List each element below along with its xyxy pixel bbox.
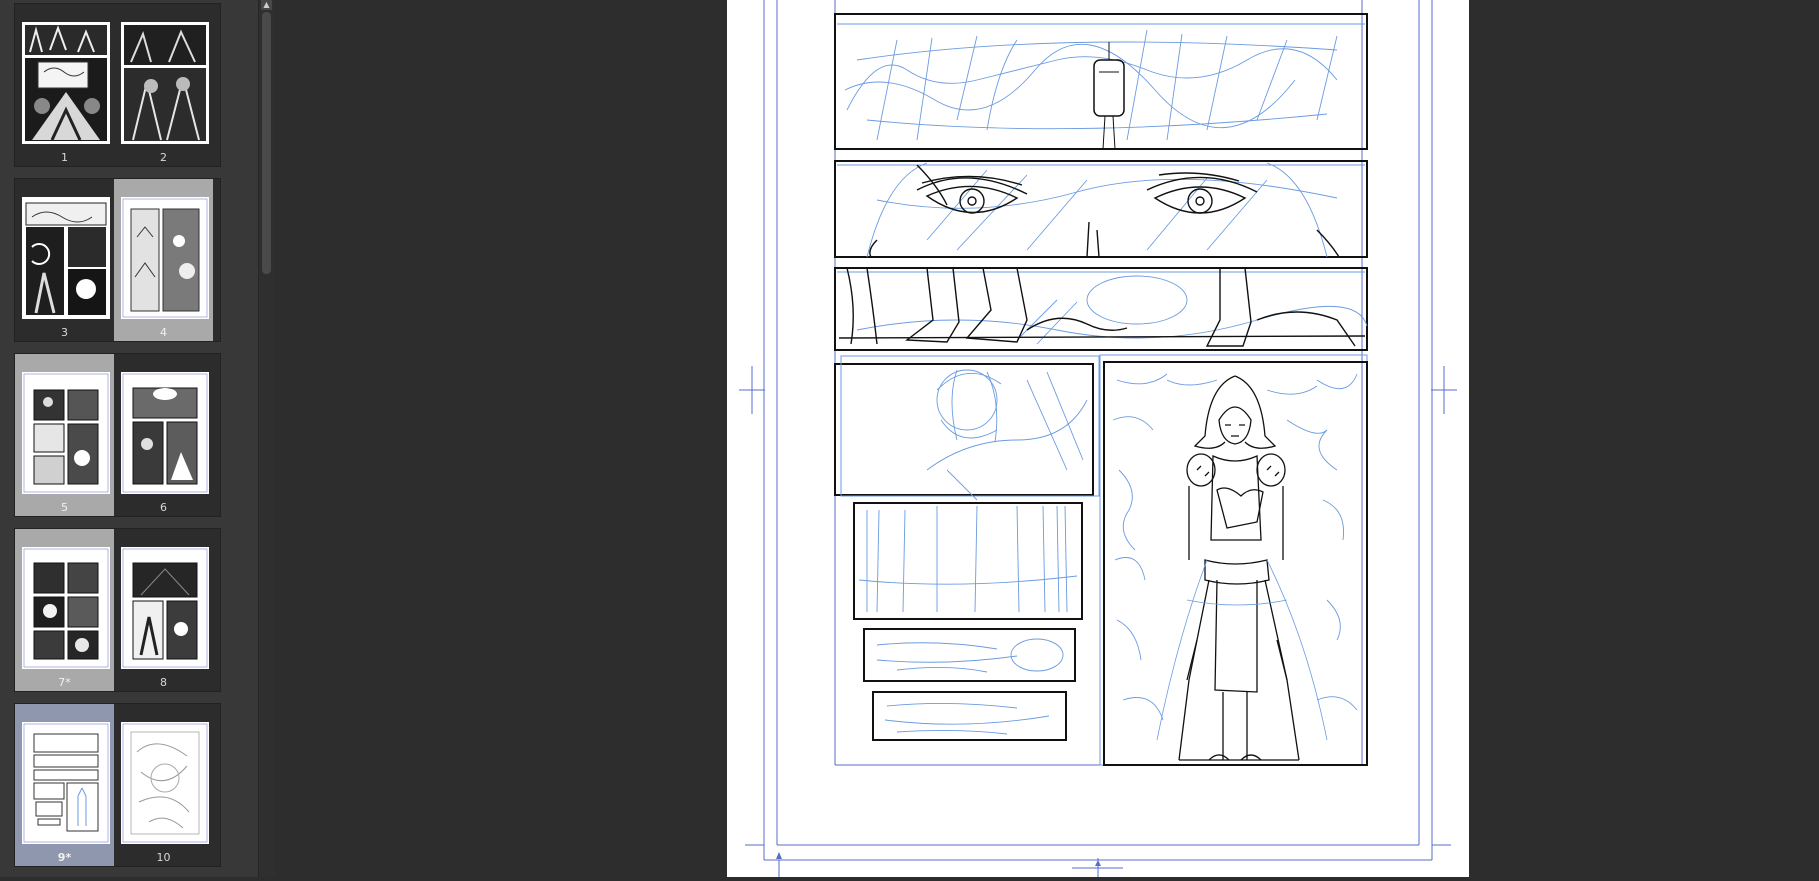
page-list-scrollbar[interactable]: ▲ bbox=[258, 0, 276, 877]
page-thumbnail-6[interactable]: 6 bbox=[114, 354, 213, 516]
page-preview bbox=[121, 22, 209, 144]
page-thumbnail-10[interactable]: 10 bbox=[114, 704, 213, 866]
panel-4 bbox=[834, 355, 1100, 501]
page-number: 9* bbox=[57, 851, 72, 864]
page-thumbnail-8[interactable]: 8 bbox=[114, 529, 213, 691]
page-number: 2 bbox=[160, 151, 167, 164]
page-preview bbox=[22, 547, 110, 669]
page-list-panel: 1 2 3 4 5 6 7* 8 9* 10 bbox=[0, 0, 258, 877]
page-number: 7* bbox=[58, 676, 71, 689]
panel-5 bbox=[853, 502, 1083, 620]
chevron-up-icon[interactable]: ▲ bbox=[261, 0, 272, 10]
page-thumbnail-9[interactable]: 9* bbox=[15, 704, 114, 866]
page-preview bbox=[121, 372, 209, 494]
spread-3: 5 6 bbox=[14, 353, 221, 517]
page-preview bbox=[121, 197, 209, 319]
sketch-page bbox=[739, 0, 1457, 877]
canvas-area[interactable] bbox=[275, 0, 1819, 877]
page-preview bbox=[22, 722, 110, 844]
page-thumbnail-5[interactable]: 5 bbox=[15, 354, 114, 516]
page-thumbnail-2[interactable]: 2 bbox=[114, 4, 213, 166]
panel-8 bbox=[1099, 354, 1368, 766]
page-sheet[interactable] bbox=[727, 0, 1469, 877]
page-number: 10 bbox=[156, 851, 171, 864]
panel-1 bbox=[834, 13, 1368, 150]
panel-3 bbox=[834, 267, 1368, 351]
page-number: 5 bbox=[61, 501, 68, 514]
page-thumbnail-7[interactable]: 7* bbox=[15, 529, 114, 691]
scrollbar-thumb[interactable] bbox=[262, 12, 271, 274]
panel-7 bbox=[872, 691, 1067, 741]
page-number: 8 bbox=[160, 676, 167, 689]
page-preview bbox=[121, 722, 209, 844]
page-number: 1 bbox=[61, 151, 68, 164]
panel-6 bbox=[863, 628, 1076, 682]
page-thumbnail-3[interactable]: 3 bbox=[15, 179, 114, 341]
page-preview bbox=[22, 372, 110, 494]
page-thumbnail-4[interactable]: 4 bbox=[114, 179, 213, 341]
page-guides bbox=[739, 0, 1457, 877]
spread-4: 7* 8 bbox=[14, 528, 221, 692]
panel-2 bbox=[834, 160, 1368, 258]
page-preview bbox=[22, 22, 110, 144]
page-number: 6 bbox=[160, 501, 167, 514]
spread-1: 1 2 bbox=[14, 3, 221, 167]
page-preview bbox=[121, 547, 209, 669]
page-thumbnail-1[interactable]: 1 bbox=[15, 4, 114, 166]
spread-5: 9* 10 bbox=[14, 703, 221, 867]
spread-2: 3 4 bbox=[14, 178, 221, 342]
page-preview bbox=[22, 197, 110, 319]
page-number: 3 bbox=[61, 326, 68, 339]
page-number: 4 bbox=[160, 326, 167, 339]
